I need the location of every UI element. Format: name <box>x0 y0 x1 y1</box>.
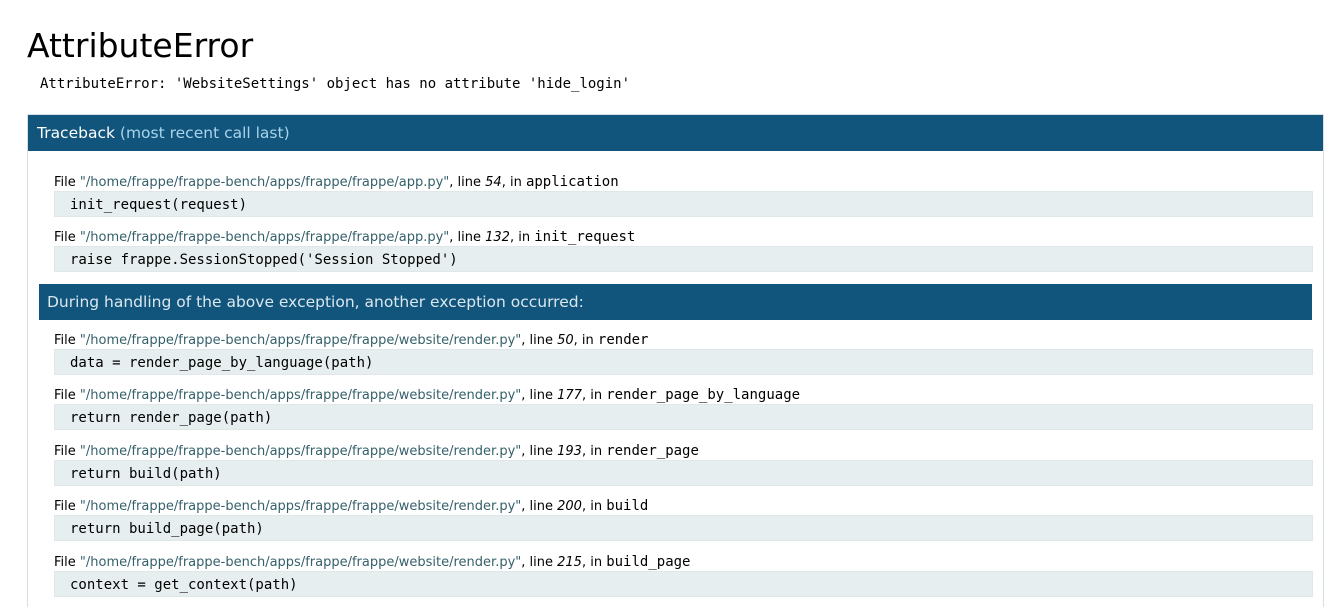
frame-location: File "/home/frappe/frappe-bench/apps/fra… <box>54 173 619 191</box>
frame-code: init_request(request) <box>54 191 1313 217</box>
in-label: , in <box>581 388 607 403</box>
frame-line-number: 54 <box>485 175 502 190</box>
frame-line-number: 50 <box>557 333 574 348</box>
frame-function: build <box>606 498 649 514</box>
exception-handling-banner: During handling of the above exception, … <box>39 284 1312 320</box>
frame-location: File "/home/frappe/frappe-bench/apps/fra… <box>54 331 648 349</box>
frame-file-path[interactable]: "/home/frappe/frappe-bench/apps/frappe/f… <box>80 175 449 190</box>
line-label: , line <box>521 333 558 348</box>
frame-file-path[interactable]: "/home/frappe/frappe-bench/apps/frappe/f… <box>80 388 521 403</box>
traceback-header: Traceback (most recent call last) <box>28 115 1323 151</box>
file-label: File <box>54 230 80 245</box>
frame-line-number: 193 <box>557 444 582 459</box>
frame-code: return build_page(path) <box>54 515 1313 541</box>
in-label: , in <box>581 444 607 459</box>
error-message: AttributeError: 'WebsiteSettings' object… <box>40 76 631 92</box>
frame-function: init_request <box>534 229 636 245</box>
file-label: File <box>54 388 80 403</box>
line-label: , line <box>449 175 486 190</box>
frame-location: File "/home/frappe/frappe-bench/apps/fra… <box>54 442 699 460</box>
frame-file-path[interactable]: "/home/frappe/frappe-bench/apps/frappe/f… <box>80 555 521 570</box>
error-title: AttributeError <box>27 26 254 65</box>
frame-code: context = get_context(path) <box>54 571 1313 597</box>
frame-line-number: 200 <box>557 499 582 514</box>
frame-location: File "/home/frappe/frappe-bench/apps/fra… <box>54 553 690 571</box>
in-label: , in <box>581 499 607 514</box>
file-label: File <box>54 175 80 190</box>
in-label: , in <box>581 555 607 570</box>
frame-function: application <box>525 174 619 190</box>
frame-code: data = render_page_by_language(path) <box>54 349 1313 375</box>
file-label: File <box>54 444 80 459</box>
line-label: , line <box>521 444 558 459</box>
line-label: , line <box>521 499 558 514</box>
frame-function: render_page_by_language <box>606 387 801 403</box>
file-label: File <box>54 499 80 514</box>
in-label: , in <box>573 333 598 348</box>
frame-function: build_page <box>606 554 691 570</box>
line-label: , line <box>449 230 486 245</box>
frame-file-path[interactable]: "/home/frappe/frappe-bench/apps/frappe/f… <box>80 444 521 459</box>
frame-location: File "/home/frappe/frappe-bench/apps/fra… <box>54 386 800 404</box>
frame-line-number: 215 <box>557 555 582 570</box>
frame-file-path[interactable]: "/home/frappe/frappe-bench/apps/frappe/f… <box>80 499 521 514</box>
file-label: File <box>54 333 80 348</box>
in-label: , in <box>509 230 535 245</box>
frame-code: return render_page(path) <box>54 404 1313 430</box>
traceback-panel: Traceback (most recent call last) File "… <box>27 114 1324 607</box>
frame-location: File "/home/frappe/frappe-bench/apps/fra… <box>54 228 635 246</box>
frame-code: raise frappe.SessionStopped('Session Sto… <box>54 246 1313 272</box>
frame-location: File "/home/frappe/frappe-bench/apps/fra… <box>54 497 648 515</box>
frame-code: return build(path) <box>54 460 1313 486</box>
frame-line-number: 177 <box>557 388 582 403</box>
line-label: , line <box>521 388 558 403</box>
file-label: File <box>54 555 80 570</box>
frame-file-path[interactable]: "/home/frappe/frappe-bench/apps/frappe/f… <box>80 333 521 348</box>
traceback-subtitle: (most recent call last) <box>119 124 290 142</box>
frame-function: render <box>597 332 649 348</box>
frame-function: render_page <box>606 443 699 459</box>
traceback-title: Traceback <box>37 124 115 142</box>
frame-file-path[interactable]: "/home/frappe/frappe-bench/apps/frappe/f… <box>80 230 449 245</box>
line-label: , line <box>521 555 558 570</box>
in-label: , in <box>501 175 526 190</box>
frame-line-number: 132 <box>485 230 510 245</box>
error-page: AttributeError AttributeError: 'WebsiteS… <box>0 0 1332 607</box>
